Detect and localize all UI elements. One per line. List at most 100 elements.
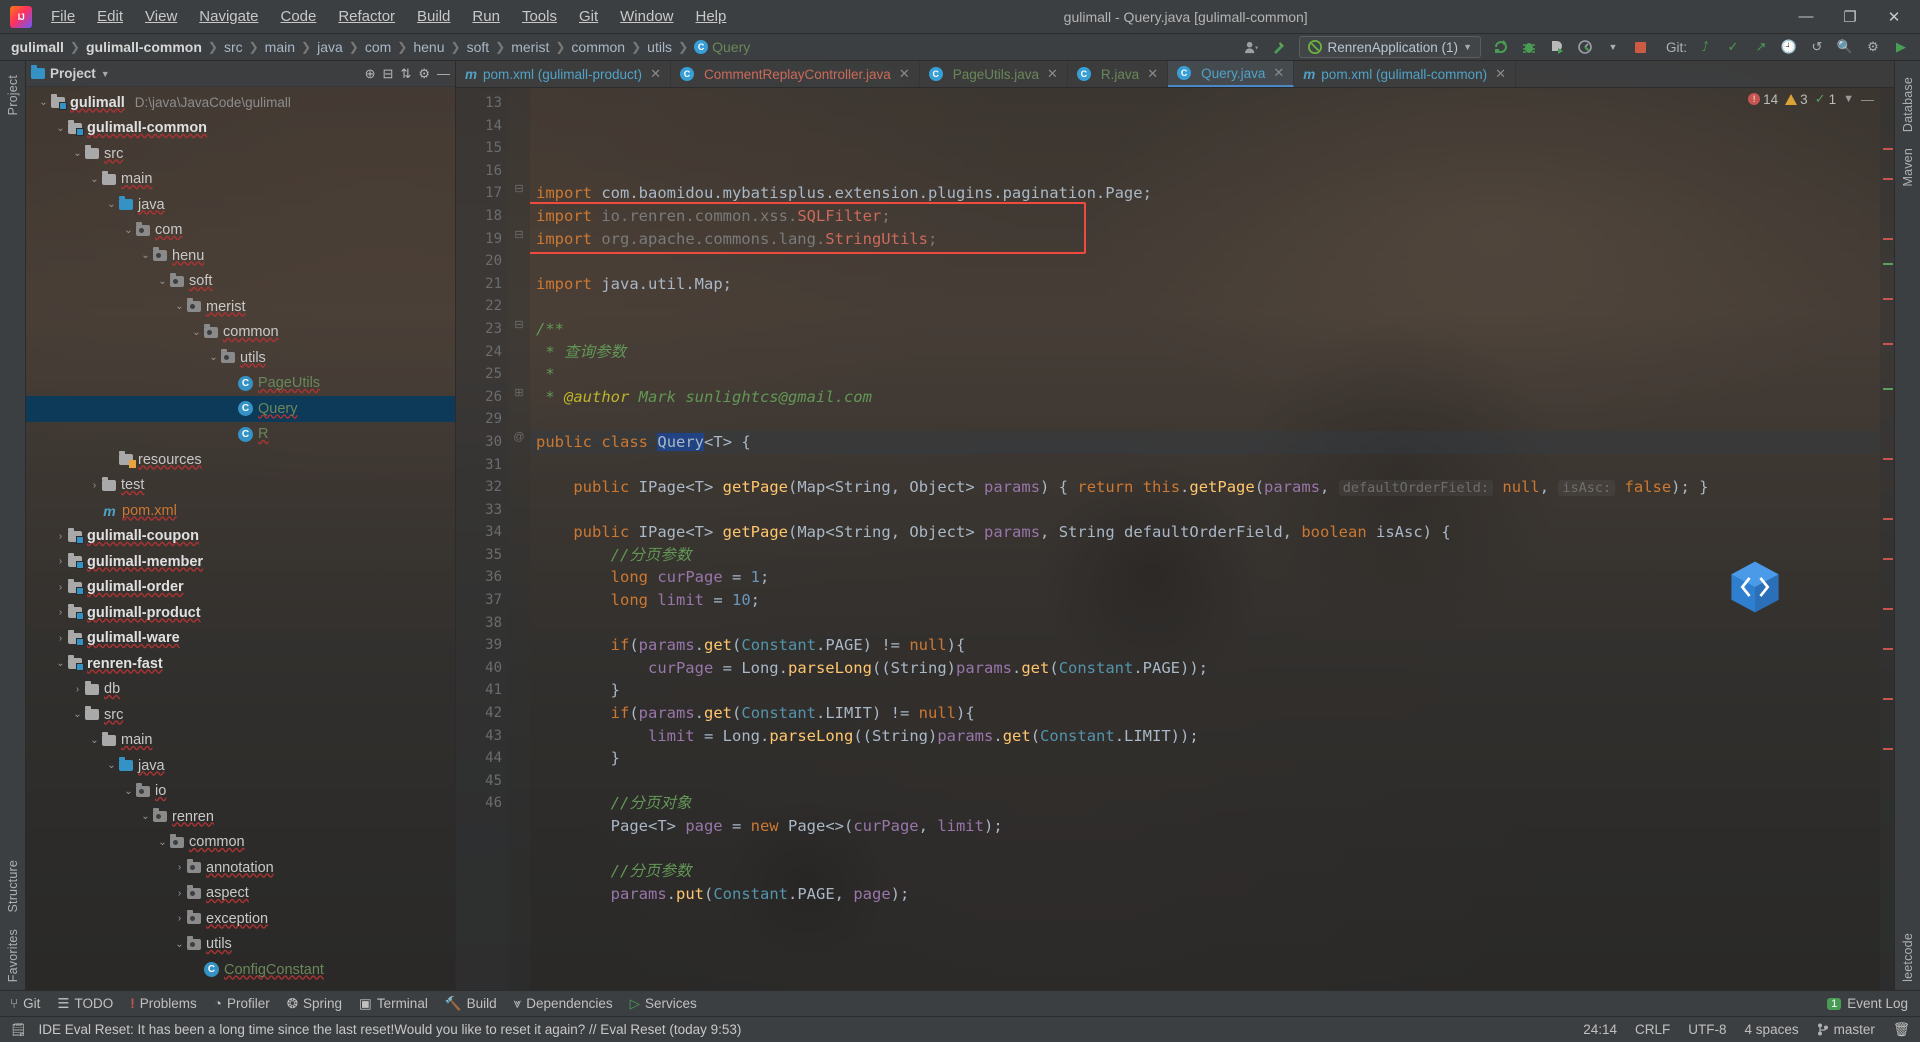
tree-node-gulimall-common[interactable]: ⌄ gulimall-common: [26, 116, 455, 142]
editor-tab-bar[interactable]: m pom.xml (gulimall-product) ✕ C CommentRepl…: [456, 61, 1894, 88]
tree-node-annotation[interactable]: › annotation: [26, 855, 455, 881]
tree-node-soft[interactable]: ⌄ soft: [26, 269, 455, 295]
tree-node-renren-fast[interactable]: ⌄ renren-fast: [26, 651, 455, 677]
tree-node-gulimall-product[interactable]: › gulimall-product: [26, 600, 455, 626]
tree-node-main[interactable]: ⌄ main: [26, 167, 455, 193]
close-tab-icon[interactable]: ✕: [1273, 65, 1284, 81]
sort-icon[interactable]: ⇅: [400, 66, 411, 82]
gutter-line-number[interactable]: 16: [456, 160, 508, 183]
close-button[interactable]: ✕: [1872, 1, 1916, 33]
menu-help[interactable]: Help: [685, 5, 738, 28]
code-line-16[interactable]: [530, 250, 1880, 273]
tree-node-utils[interactable]: ⌄ utils: [26, 345, 455, 371]
gutter-line-number[interactable]: 35: [456, 544, 508, 567]
code-line-19[interactable]: /**: [530, 318, 1880, 341]
fold-icon[interactable]: ⊟: [508, 318, 530, 341]
menu-refactor[interactable]: Refactor: [327, 5, 406, 28]
code-line-30[interactable]: public IPage<T> getPage(Map<String, Obje…: [530, 521, 1880, 544]
code-line-26[interactable]: public IPage<T> getPage(Map<String, Obje…: [530, 476, 1880, 499]
gutter-line-number[interactable]: 40: [456, 657, 508, 680]
tree-node-pom-xml[interactable]: ›mpom.xml: [26, 498, 455, 524]
gutter-line-number[interactable]: 15: [456, 137, 508, 160]
gutter-line-number[interactable]: 36: [456, 566, 508, 589]
menu-tools[interactable]: Tools: [511, 5, 568, 28]
line-separator[interactable]: CRLF: [1635, 1022, 1670, 1037]
breadcrumb-com[interactable]: com: [362, 39, 394, 55]
hide-panel-icon[interactable]: —: [437, 66, 450, 82]
breadcrumb-common[interactable]: common: [568, 39, 628, 55]
tree-node-main[interactable]: ⌄ main: [26, 728, 455, 754]
tool-window-leetcode[interactable]: leetcode: [1901, 925, 1915, 990]
tree-node-io[interactable]: ⌄ io: [26, 779, 455, 805]
gutter-line-number[interactable]: 24: [456, 341, 508, 364]
editor-tab-commentreplaycontroller-java[interactable]: C CommentReplayController.java ✕: [671, 61, 920, 87]
gutter-line-number[interactable]: 31: [456, 454, 508, 477]
tree-expand-arrow[interactable]: ⌄: [206, 352, 221, 363]
fold-icon[interactable]: ⊟: [508, 228, 530, 251]
tool-window-database[interactable]: Database: [1901, 69, 1915, 140]
error-stripe-scrollbar[interactable]: [1880, 88, 1894, 990]
settings-gear-icon[interactable]: ⚙: [418, 66, 430, 82]
fold-icon[interactable]: ⊞: [508, 386, 530, 409]
fold-icon[interactable]: ⊟: [508, 182, 530, 205]
bottom-tool-terminal[interactable]: ▣ Terminal: [359, 996, 428, 1012]
code-line-45[interactable]: //分页参数: [530, 860, 1880, 883]
code-line-37[interactable]: }: [530, 679, 1880, 702]
git-history-icon[interactable]: 🕘: [1776, 36, 1802, 58]
git-update-icon[interactable]: ⭜: [1692, 36, 1718, 58]
gutter-line-number[interactable]: 25: [456, 363, 508, 386]
tree-node-com[interactable]: ⌄ com: [26, 218, 455, 244]
bottom-tool-todo[interactable]: ☰ TODO: [57, 996, 113, 1012]
run-configuration-selector[interactable]: RenrenApplication (1) ▼: [1299, 36, 1481, 58]
gutter-line-number[interactable]: 23: [456, 318, 508, 341]
editor-tab-r-java[interactable]: C R.java ✕: [1068, 61, 1169, 87]
code-line-39[interactable]: limit = Long.parseLong((String)params.ge…: [530, 725, 1880, 748]
bottom-tool-services[interactable]: ▷ Services: [630, 996, 697, 1012]
breadcrumb-utils[interactable]: utils: [644, 39, 675, 55]
tree-expand-arrow[interactable]: ⌄: [121, 786, 136, 797]
breadcrumb-query[interactable]: C Query: [691, 39, 753, 55]
code-line-29[interactable]: [530, 499, 1880, 522]
gutter-line-number[interactable]: 17: [456, 182, 508, 205]
tree-node-query[interactable]: ›CQuery: [26, 396, 455, 422]
bottom-tool-spring[interactable]: ❂ Spring: [287, 996, 342, 1012]
tool-window-structure[interactable]: Structure: [6, 852, 20, 921]
menu-window[interactable]: Window: [609, 5, 684, 28]
menu-view[interactable]: View: [134, 5, 188, 28]
code-line-24[interactable]: public class Query<T> {: [530, 430, 1880, 454]
tree-expand-arrow[interactable]: ⌄: [155, 837, 170, 848]
tool-window-project[interactable]: Project: [6, 67, 20, 123]
code-line-22[interactable]: * @author Mark sunlightcs@gmail.com: [530, 386, 1880, 409]
tree-expand-arrow[interactable]: ›: [53, 556, 68, 567]
tree-node-exception[interactable]: › exception: [26, 906, 455, 932]
user-profile-icon[interactable]: [1238, 36, 1264, 58]
notification-icon[interactable]: 🗒: [10, 1022, 27, 1038]
tree-node-gulimall-member[interactable]: › gulimall-member: [26, 549, 455, 575]
project-tree[interactable]: ⌄ gulimall D:\java\JavaCode\gulimall ⌄ gulim…: [26, 87, 455, 990]
menu-file[interactable]: File: [40, 5, 86, 28]
close-tab-icon[interactable]: ✕: [1495, 66, 1506, 82]
gutter-line-number[interactable]: 45: [456, 770, 508, 793]
settings-gear-icon[interactable]: ⚙: [1860, 36, 1886, 58]
event-log-widget[interactable]: 1 Event Log: [1827, 996, 1920, 1011]
code-editor-content[interactable]: import com.baomidou.mybatisplus.extensio…: [530, 88, 1880, 990]
breadcrumb-henu[interactable]: henu: [410, 39, 447, 55]
tree-node-src[interactable]: ⌄ src: [26, 141, 455, 167]
tree-node-aspect[interactable]: › aspect: [26, 881, 455, 907]
code-line-35[interactable]: if(params.get(Constant.PAGE) != null){: [530, 634, 1880, 657]
code-line-32[interactable]: long curPage = 1;: [530, 566, 1880, 589]
tree-node-utils[interactable]: ⌄ utils: [26, 932, 455, 958]
tree-expand-arrow[interactable]: ⌄: [138, 811, 153, 822]
warning-count-badge[interactable]: 3: [1785, 92, 1808, 107]
gutter-line-number[interactable]: 43: [456, 725, 508, 748]
chevron-down-icon[interactable]: ▼: [1600, 36, 1626, 58]
close-tab-icon[interactable]: ✕: [1047, 66, 1058, 82]
memory-indicator-icon[interactable]: 🗑: [1893, 1022, 1910, 1038]
tree-expand-arrow[interactable]: ⌄: [104, 199, 119, 210]
tree-node-common[interactable]: ⌄ common: [26, 830, 455, 856]
code-line-25[interactable]: [530, 454, 1880, 477]
caret-position[interactable]: 24:14: [1583, 1022, 1617, 1037]
gutter-line-number[interactable]: 32: [456, 476, 508, 499]
tree-expand-arrow[interactable]: ›: [53, 607, 68, 618]
tree-node-r[interactable]: ›CR: [26, 422, 455, 448]
